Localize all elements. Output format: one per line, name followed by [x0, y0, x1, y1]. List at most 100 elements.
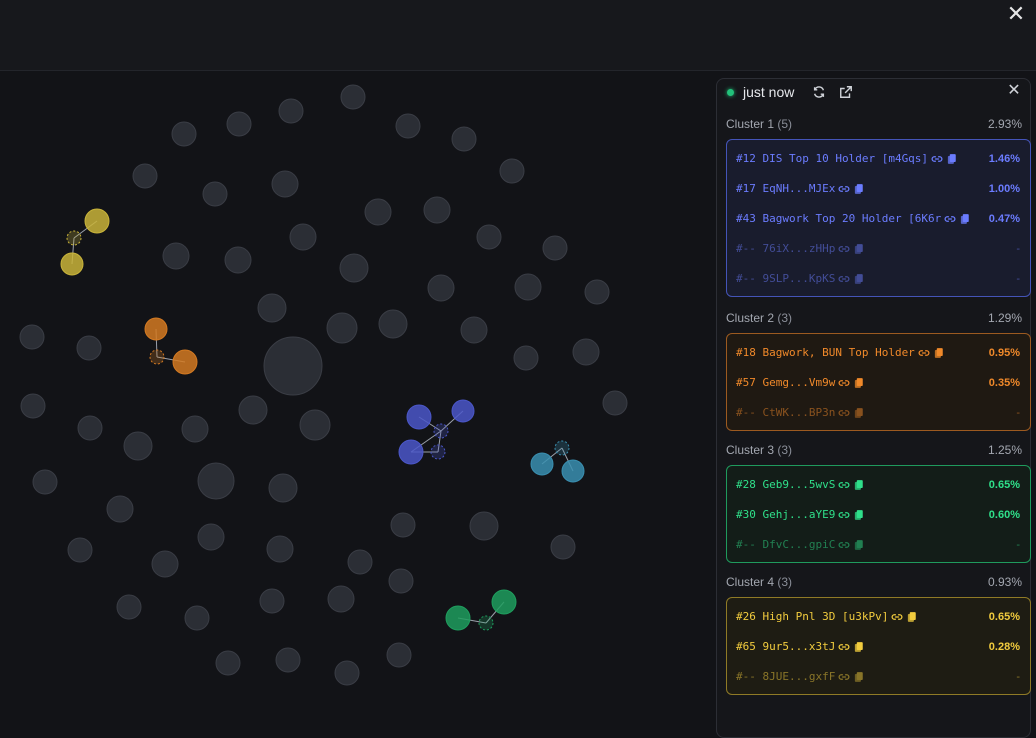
- wallet-node[interactable]: [268, 473, 298, 503]
- wallet-node[interactable]: [584, 279, 610, 305]
- cluster-node[interactable]: [561, 459, 585, 483]
- holder-row[interactable]: #-- CtWK...BP3n -: [727, 398, 1030, 428]
- wallet-node[interactable]: [184, 605, 210, 631]
- wallet-node[interactable]: [263, 336, 323, 396]
- holder-label[interactable]: #18 Bagwork, BUN Top Holder: [736, 338, 945, 368]
- refresh-icon[interactable]: [812, 85, 826, 99]
- holder-row[interactable]: #30 Gehj...aYE9 0.60%: [727, 500, 1030, 530]
- wallet-node[interactable]: [259, 588, 285, 614]
- wallet-node[interactable]: [550, 534, 576, 560]
- wallet-node[interactable]: [106, 495, 134, 523]
- wallet-node[interactable]: [171, 121, 197, 147]
- holder-row[interactable]: #65 9ur5...x3tJ 0.28%: [727, 632, 1030, 662]
- copy-icon[interactable]: [853, 243, 865, 255]
- cluster-hidden-node[interactable]: [430, 444, 446, 460]
- wallet-node[interactable]: [275, 647, 301, 673]
- holder-label[interactable]: #-- 9SLP...KpKS: [736, 264, 865, 294]
- wallet-node[interactable]: [197, 523, 225, 551]
- cluster-node[interactable]: [172, 349, 198, 375]
- wallet-node[interactable]: [327, 585, 355, 613]
- link-icon[interactable]: [931, 153, 943, 165]
- wallet-node[interactable]: [299, 409, 331, 441]
- wallet-node[interactable]: [151, 550, 179, 578]
- link-icon[interactable]: [838, 539, 850, 551]
- holder-row[interactable]: #12 DIS Top 10 Holder [m4Gqs] 1.46%: [727, 144, 1030, 174]
- link-icon[interactable]: [918, 347, 930, 359]
- holder-row[interactable]: #26 High Pnl 3D [u3kPv] 0.65%: [727, 602, 1030, 632]
- wallet-node[interactable]: [19, 324, 45, 350]
- external-link-icon[interactable]: [839, 85, 853, 99]
- wallet-node[interactable]: [181, 415, 209, 443]
- link-icon[interactable]: [891, 611, 903, 623]
- wallet-node[interactable]: [76, 335, 102, 361]
- copy-icon[interactable]: [853, 509, 865, 521]
- holder-label[interactable]: #12 DIS Top 10 Holder [m4Gqs]: [736, 144, 958, 174]
- holder-row[interactable]: #43 Bagwork Top 20 Holder [6K6r 0.47%: [727, 204, 1030, 234]
- wallet-node[interactable]: [378, 309, 408, 339]
- copy-icon[interactable]: [853, 479, 865, 491]
- copy-icon[interactable]: [959, 213, 971, 225]
- cluster-node[interactable]: [84, 208, 110, 234]
- wallet-node[interactable]: [123, 431, 153, 461]
- copy-icon[interactable]: [933, 347, 945, 359]
- holder-row[interactable]: #-- 9SLP...KpKS -: [727, 264, 1030, 294]
- wallet-node[interactable]: [32, 469, 58, 495]
- holder-row[interactable]: #17 EqNH...MJEx 1.00%: [727, 174, 1030, 204]
- wallet-node[interactable]: [476, 224, 502, 250]
- cluster-hidden-node[interactable]: [478, 615, 494, 631]
- wallet-node[interactable]: [116, 594, 142, 620]
- cluster-hidden-node[interactable]: [149, 349, 165, 365]
- wallet-node[interactable]: [278, 98, 304, 124]
- copy-icon[interactable]: [853, 407, 865, 419]
- close-icon[interactable]: ✕: [1004, 2, 1028, 26]
- wallet-node[interactable]: [542, 235, 568, 261]
- holder-label[interactable]: #43 Bagwork Top 20 Holder [6K6r: [736, 204, 971, 234]
- holder-label[interactable]: #-- DfvC...gpiC: [736, 530, 865, 560]
- holder-label[interactable]: #65 9ur5...x3tJ: [736, 632, 865, 662]
- wallet-node[interactable]: [513, 345, 539, 371]
- wallet-node[interactable]: [423, 196, 451, 224]
- holder-label[interactable]: #26 High Pnl 3D [u3kPv]: [736, 602, 918, 632]
- link-icon[interactable]: [838, 641, 850, 653]
- wallet-node[interactable]: [77, 415, 103, 441]
- wallet-node[interactable]: [226, 111, 252, 137]
- cluster-node[interactable]: [530, 452, 554, 476]
- wallet-node[interactable]: [347, 549, 373, 575]
- wallet-node[interactable]: [572, 338, 600, 366]
- link-icon[interactable]: [838, 509, 850, 521]
- cluster-hidden-node[interactable]: [66, 230, 82, 246]
- wallet-node[interactable]: [132, 163, 158, 189]
- copy-icon[interactable]: [853, 377, 865, 389]
- wallet-node[interactable]: [469, 511, 499, 541]
- wallet-node[interactable]: [215, 650, 241, 676]
- cluster-hidden-node[interactable]: [433, 423, 449, 439]
- wallet-node[interactable]: [340, 84, 366, 110]
- wallet-node[interactable]: [460, 316, 488, 344]
- wallet-node[interactable]: [20, 393, 46, 419]
- wallet-node[interactable]: [499, 158, 525, 184]
- holder-label[interactable]: #-- 76iX...zHHp: [736, 234, 865, 264]
- wallet-node[interactable]: [289, 223, 317, 251]
- holder-row[interactable]: #57 Gemg...Vm9w 0.35%: [727, 368, 1030, 398]
- link-icon[interactable]: [838, 273, 850, 285]
- wallet-node[interactable]: [266, 535, 294, 563]
- holder-row[interactable]: #18 Bagwork, BUN Top Holder 0.95%: [727, 338, 1030, 368]
- panel-close-icon[interactable]: ✕: [1006, 83, 1022, 99]
- wallet-node[interactable]: [238, 395, 268, 425]
- link-icon[interactable]: [838, 377, 850, 389]
- wallet-node[interactable]: [67, 537, 93, 563]
- copy-icon[interactable]: [853, 539, 865, 551]
- holder-label[interactable]: #57 Gemg...Vm9w: [736, 368, 865, 398]
- wallet-node[interactable]: [257, 293, 287, 323]
- wallet-node[interactable]: [334, 660, 360, 686]
- wallet-node[interactable]: [390, 512, 416, 538]
- wallet-node[interactable]: [395, 113, 421, 139]
- wallet-node[interactable]: [602, 390, 628, 416]
- holder-label[interactable]: #-- 8JUE...gxfF: [736, 662, 865, 692]
- holder-label[interactable]: #28 Geb9...5wvS: [736, 470, 865, 500]
- link-icon[interactable]: [838, 183, 850, 195]
- copy-icon[interactable]: [853, 671, 865, 683]
- wallet-node[interactable]: [162, 242, 190, 270]
- wallet-node[interactable]: [364, 198, 392, 226]
- wallet-node[interactable]: [202, 181, 228, 207]
